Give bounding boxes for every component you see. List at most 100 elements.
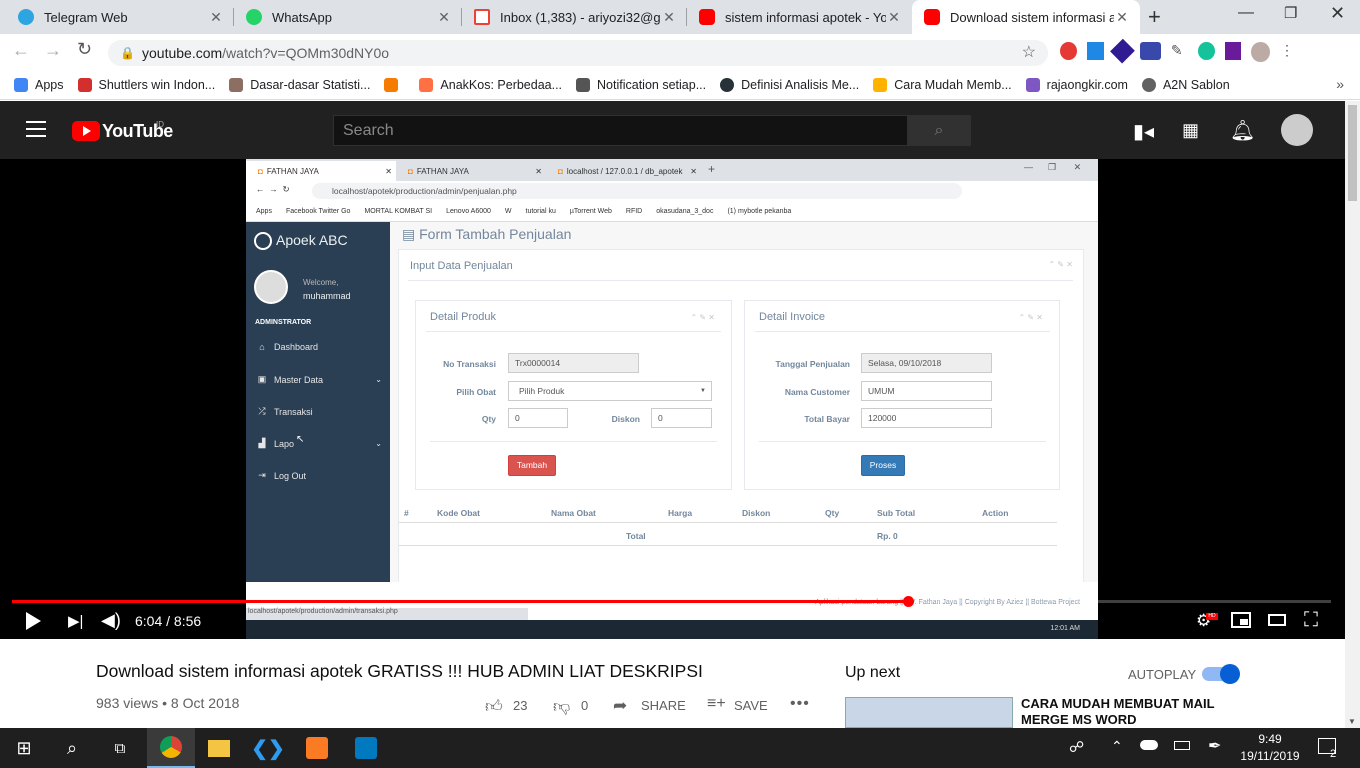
apps-grid-icon[interactable]: ▦	[1182, 120, 1199, 141]
share-button[interactable]: SHARE	[641, 698, 686, 713]
inner-tab-label: FATHAN JAYA	[416, 166, 469, 176]
hamburger-menu-icon[interactable]	[26, 121, 46, 137]
taskbar-chrome[interactable]	[147, 728, 195, 768]
fullscreen-icon[interactable]: ⛶	[1304, 609, 1318, 632]
reload-icon[interactable]: ↻	[77, 39, 92, 60]
bookmark-item[interactable]: Dasar-dasar Statisti...	[229, 77, 370, 92]
bookmark-item[interactable]: Notification setiap...	[576, 77, 706, 92]
avatar[interactable]	[1281, 114, 1313, 146]
like-count: 23	[513, 698, 528, 713]
inner-tab-label: localhost / 127.0.0.1 / db_apotek	[566, 166, 683, 176]
dislike-icon[interactable]: 👎︎	[553, 696, 570, 717]
avatar	[254, 270, 288, 304]
tab-youtube-video[interactable]: Download sistem informasi ap ✕	[912, 0, 1140, 34]
taskbar-vscode[interactable]: ❮❯	[244, 728, 292, 768]
onedrive-icon[interactable]	[1140, 740, 1158, 750]
page-scrollbar[interactable]: ▼	[1345, 101, 1360, 728]
country-code: ID	[156, 120, 164, 129]
people-icon[interactable]: ☍	[1069, 738, 1084, 756]
more-actions-icon[interactable]: •••	[790, 695, 810, 713]
up-next-title[interactable]: CARA MUDAH MEMBUAT MAIL MERGE MS WORD	[1021, 696, 1251, 728]
video-views-date: 983 views • 8 Oct 2018	[96, 695, 240, 711]
close-icon[interactable]: ✕	[208, 9, 224, 26]
miniplayer-icon[interactable]	[1231, 612, 1251, 628]
extension-icon[interactable]	[1109, 38, 1135, 64]
play-icon[interactable]	[26, 612, 41, 630]
apps-icon	[14, 77, 28, 92]
battery-icon[interactable]	[1174, 741, 1190, 750]
restore-button[interactable]: ❐	[1284, 4, 1297, 22]
task-view-icon: ⧉	[114, 739, 126, 757]
start-button[interactable]: ⊞	[0, 728, 48, 768]
save-button[interactable]: SAVE	[734, 698, 768, 713]
bookmark-item[interactable]	[384, 77, 405, 92]
bookmark-item[interactable]: Cara Mudah Memb...	[873, 77, 1012, 92]
bookmark-apps[interactable]: Apps	[14, 77, 64, 92]
grammarly-icon[interactable]	[1197, 42, 1215, 60]
close-icon[interactable]: ✕	[1114, 9, 1130, 26]
site-icon	[229, 77, 244, 92]
youtube-icon	[699, 9, 715, 25]
close-icon[interactable]: ✕	[436, 9, 452, 26]
forward-icon[interactable]: →	[44, 40, 62, 61]
new-tab-button[interactable]: +	[1148, 4, 1161, 30]
eyedropper-icon[interactable]: ✎	[1171, 42, 1188, 60]
search-button[interactable]: ⌕	[48, 728, 96, 768]
bookmark-item[interactable]: Definisi Analisis Me...	[720, 77, 859, 92]
search-button[interactable]: ⌕	[907, 115, 971, 146]
taskbar-explorer[interactable]	[195, 728, 243, 768]
close-icon[interactable]: ✕	[661, 9, 677, 26]
up-next-thumbnail[interactable]	[845, 697, 1013, 728]
tab-gmail[interactable]: Inbox (1,383) - ariyozi32@gma ✕	[462, 0, 687, 34]
home-icon: ⌂	[259, 342, 265, 352]
taskbar-date[interactable]: 19/11/2019	[1240, 749, 1300, 763]
extension-icon[interactable]	[1060, 42, 1077, 60]
address-bar[interactable]: 🔒 youtube.com/watch?v=QOMm30dNY0o ☆	[108, 40, 1048, 66]
volume-icon[interactable]: ◀︎)	[101, 610, 121, 631]
tab-telegram[interactable]: Telegram Web ✕	[6, 0, 234, 34]
close-icon[interactable]: ✕	[886, 9, 902, 26]
inner-tab-bar: ◘ FATHAN JAYA ✕ ◘ FATHAN JAYA ✕ ◘ localhost /…	[246, 159, 1098, 181]
extension-icon[interactable]	[1140, 42, 1161, 60]
tab-whatsapp[interactable]: WhatsApp ✕	[234, 0, 462, 34]
bookmark-item[interactable]: rajaongkir.com	[1025, 77, 1128, 92]
task-view-button[interactable]: ⧉	[96, 728, 144, 768]
youtube-search-input[interactable]: Search	[333, 115, 908, 146]
progress-scrubber-handle[interactable]	[903, 596, 914, 607]
bookmark-item[interactable]: AnakKos: Perbedaa...	[419, 77, 562, 92]
menu-icon[interactable]: ⋮	[1280, 42, 1294, 64]
app-main: ▤ Form Tambah Penjualan Input Data Penju…	[390, 222, 1098, 589]
input-penjualan-panel: Input Data Penjualan ⌃ ✎ ✕ Detail Produk…	[398, 249, 1084, 589]
taskbar-xampp[interactable]	[293, 728, 341, 768]
bookmark-item[interactable]: A2N Sablon	[1141, 77, 1230, 92]
proses-button: Proses	[861, 455, 905, 476]
chevron-down-icon: ⌄	[375, 439, 382, 448]
video-frame-content: ◘ FATHAN JAYA ✕ ◘ FATHAN JAYA ✕ ◘ localhost /…	[246, 159, 1098, 639]
bookmark-item[interactable]: Shuttlers win Indon...	[77, 77, 215, 92]
like-icon[interactable]: 👍︎	[485, 696, 503, 717]
bell-icon[interactable]: 🔔︎	[1230, 118, 1255, 143]
chrome-icon	[160, 736, 182, 758]
star-icon[interactable]: ☆	[1022, 40, 1036, 66]
pen-icon[interactable]: ✒	[1208, 736, 1221, 756]
youtube-logo-icon[interactable]	[72, 121, 100, 141]
chevron-right-icon[interactable]: »	[1336, 76, 1344, 92]
avatar[interactable]	[1251, 42, 1270, 62]
back-icon[interactable]: ←	[12, 40, 30, 61]
close-window-button[interactable]: ✕	[1330, 3, 1345, 24]
inner-bookmark: Facebook Twitter Go	[285, 208, 351, 215]
next-icon[interactable]: ▶|	[68, 612, 83, 630]
extension-icon[interactable]	[1224, 42, 1242, 60]
extension-icon[interactable]	[1086, 42, 1104, 60]
save-playlist-icon[interactable]: ≡+	[707, 695, 726, 713]
share-icon[interactable]: ➦	[613, 696, 627, 716]
minimize-button[interactable]: —	[1238, 4, 1254, 22]
chevron-up-icon[interactable]: ⌃	[1111, 738, 1123, 755]
create-video-icon[interactable]: ▮◂	[1133, 119, 1154, 144]
search-icon: ⌕	[934, 122, 944, 139]
taskbar-trello[interactable]	[342, 728, 390, 768]
taskbar-time[interactable]: 9:49	[1240, 732, 1300, 746]
autoplay-toggle[interactable]	[1202, 664, 1240, 684]
tab-youtube-search[interactable]: sistem informasi apotek - YouT ✕	[687, 0, 912, 34]
theater-mode-icon[interactable]	[1268, 614, 1286, 626]
